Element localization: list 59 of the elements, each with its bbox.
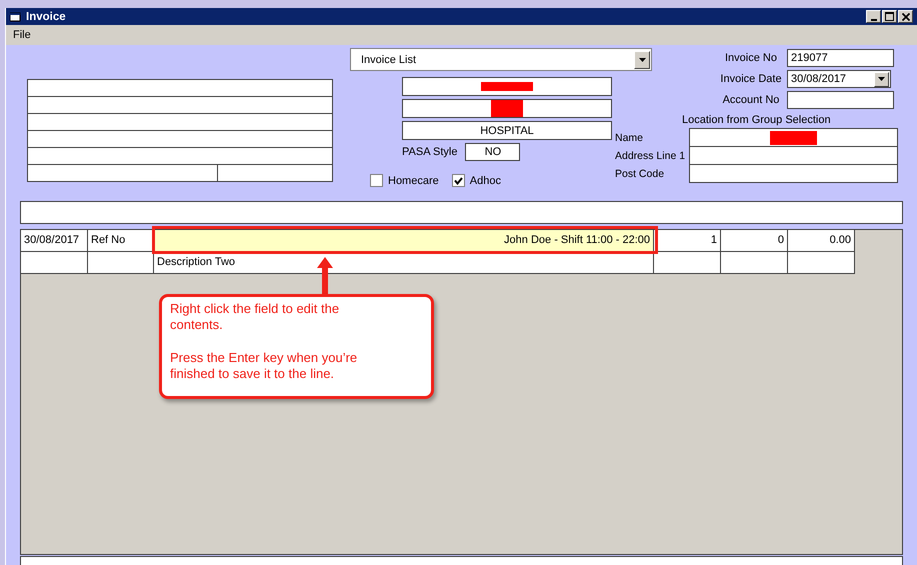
checkbox-label: Homecare bbox=[388, 174, 439, 186]
address-field[interactable] bbox=[27, 113, 333, 131]
address-field[interactable] bbox=[27, 164, 218, 182]
input-field[interactable] bbox=[689, 128, 898, 147]
invoice-list-dropdown[interactable]: Invoice List bbox=[350, 48, 652, 71]
customer-field[interactable] bbox=[402, 99, 612, 118]
table-cell[interactable]: 0.00 bbox=[788, 230, 855, 252]
address-field[interactable] bbox=[217, 164, 333, 182]
pasa-style-field[interactable]: NO bbox=[465, 143, 520, 161]
table-cell[interactable] bbox=[654, 252, 721, 274]
table-cell[interactable]: 0 bbox=[721, 230, 788, 252]
minimize-icon bbox=[870, 18, 876, 20]
redaction-mark bbox=[770, 131, 817, 145]
customer-field[interactable]: HOSPITAL bbox=[402, 121, 612, 140]
address-field[interactable] bbox=[27, 147, 333, 165]
minimize-button[interactable] bbox=[866, 10, 881, 23]
dropdown-arrow-icon bbox=[638, 58, 646, 62]
field-label: Post Code bbox=[615, 168, 666, 180]
date-dropdown[interactable]: 30/08/2017 bbox=[787, 70, 891, 88]
window-icon bbox=[10, 12, 22, 22]
input-field[interactable] bbox=[787, 91, 894, 109]
callout-text: Right click the field to edit the contents. bbox=[170, 301, 340, 333]
address-field[interactable] bbox=[27, 130, 333, 148]
checkbox[interactable] bbox=[370, 174, 383, 187]
customer-field[interactable] bbox=[402, 77, 612, 96]
maximize-button[interactable] bbox=[882, 10, 897, 23]
table-cell[interactable] bbox=[788, 252, 855, 274]
table-cell[interactable] bbox=[88, 252, 154, 274]
maximize-icon bbox=[885, 12, 894, 21]
redaction-mark bbox=[491, 100, 523, 117]
redaction-mark bbox=[481, 82, 533, 91]
table-cell[interactable]: John Doe - Shift 11:00 - 22:00 bbox=[154, 230, 654, 252]
address-field[interactable] bbox=[27, 96, 333, 114]
input-field[interactable] bbox=[689, 146, 898, 165]
table-cell[interactable] bbox=[721, 252, 788, 274]
dropdown-arrow-icon bbox=[878, 77, 885, 81]
input-field[interactable] bbox=[689, 164, 898, 183]
table-cell[interactable]: 1 bbox=[654, 230, 721, 252]
table-cell[interactable] bbox=[21, 252, 88, 274]
close-icon bbox=[902, 12, 910, 20]
input-field[interactable]: 219077 bbox=[787, 49, 894, 67]
field-label: Address Line 1 bbox=[615, 150, 686, 162]
field-label: Account No bbox=[722, 94, 780, 106]
table-cell[interactable]: Ref No bbox=[88, 230, 154, 252]
callout-text: Press the Enter key when you’re finished to save it to the line. bbox=[170, 350, 358, 382]
field-label: Invoice No bbox=[724, 52, 778, 64]
input-field[interactable] bbox=[20, 201, 903, 224]
menu-item[interactable]: File bbox=[13, 29, 31, 41]
table-cell[interactable]: 30/08/2017 bbox=[21, 230, 88, 252]
field-label: Invoice Date bbox=[719, 73, 783, 85]
window-title: Invoice bbox=[26, 10, 66, 22]
field-label: PASA Style bbox=[402, 146, 458, 158]
table-cell[interactable]: Description Two bbox=[154, 252, 654, 274]
field-label: Name bbox=[615, 132, 644, 144]
close-button[interactable] bbox=[898, 10, 913, 23]
section-heading: Location from Group Selection bbox=[682, 114, 832, 128]
checkbox[interactable] bbox=[452, 174, 465, 187]
address-field[interactable] bbox=[27, 79, 333, 97]
checkbox-label: Adhoc bbox=[470, 174, 501, 186]
